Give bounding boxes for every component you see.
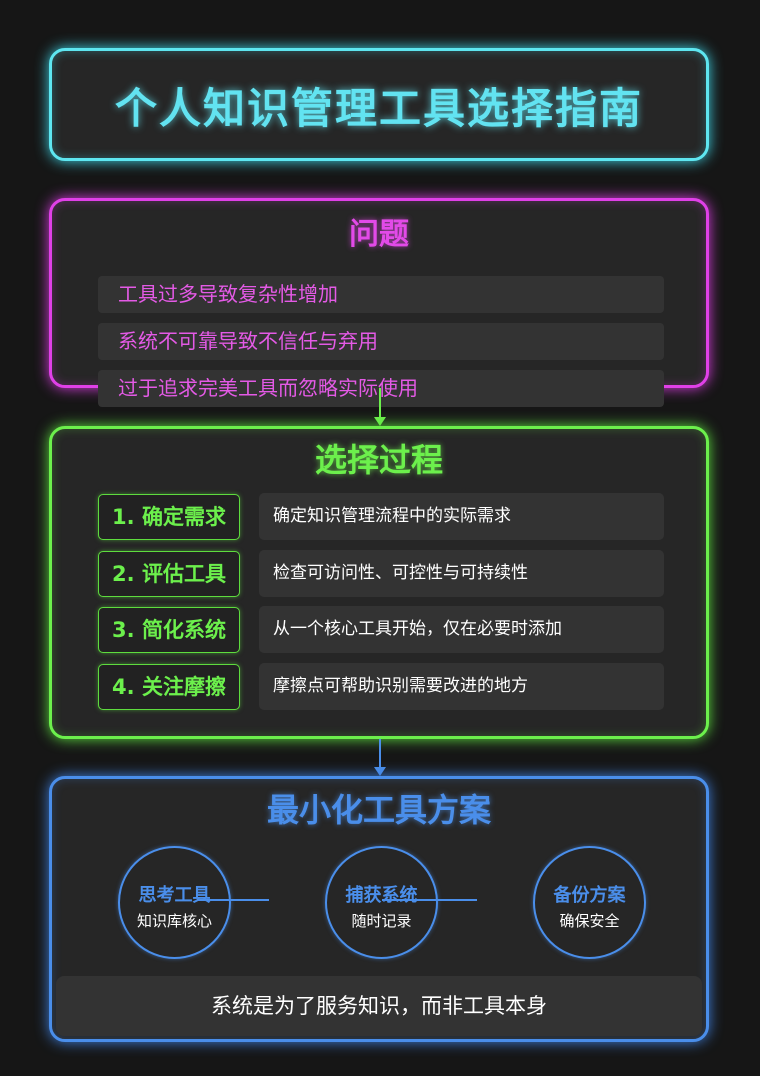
tool-name: 备份方案 bbox=[553, 885, 626, 906]
tool-name: 捕获系统 bbox=[345, 885, 418, 906]
solution-panel: 最小化工具方案 思考工具 知识库核心 捕获系统 随时记录 备份方案 确保安全 系… bbox=[49, 776, 709, 1042]
step-label: 2. 评估工具 bbox=[98, 551, 240, 597]
process-title: 选择过程 bbox=[314, 441, 443, 479]
tool-circle-capture: 捕获系统 随时记录 bbox=[325, 846, 438, 959]
step-label: 1. 确定需求 bbox=[98, 494, 240, 540]
problem-item: 系统不可靠导致不信任与弃用 bbox=[98, 323, 664, 360]
page-title: 个人知识管理工具选择指南 bbox=[114, 84, 643, 133]
tool-description: 知识库核心 bbox=[136, 912, 212, 930]
problem-panel: 问题 工具过多导致复杂性增加 系统不可靠导致不信任与弃用 过于追求完美工具而忽略… bbox=[49, 198, 709, 407]
problem-item: 过于追求完美工具而忽略实际使用 bbox=[98, 370, 664, 407]
problem-title: 问题 bbox=[349, 217, 409, 252]
solution-title: 最小化工具方案 bbox=[266, 791, 491, 829]
step-description: 确定知识管理流程中的实际需求 bbox=[259, 493, 664, 540]
tool-connector bbox=[382, 899, 477, 901]
problem-item: 工具过多导致复杂性增加 bbox=[98, 276, 664, 313]
tool-description: 确保安全 bbox=[559, 912, 620, 930]
step-label: 3. 简化系统 bbox=[98, 607, 240, 653]
step-description: 摩擦点可帮助识别需要改进的地方 bbox=[259, 663, 664, 710]
footer-statement: 系统是为了服务知识，而非工具本身 bbox=[56, 976, 702, 1036]
step-description: 检查可访问性、可控性与可持续性 bbox=[259, 550, 664, 597]
tool-connector bbox=[197, 899, 269, 901]
flow-arrow bbox=[374, 739, 386, 776]
tool-description: 随时记录 bbox=[351, 912, 412, 930]
title-panel: 个人知识管理工具选择指南 bbox=[49, 48, 709, 161]
flow-arrow bbox=[374, 388, 386, 426]
process-panel: 选择过程 1. 确定需求 确定知识管理流程中的实际需求 2. 评估工具 检查可访… bbox=[49, 426, 709, 739]
step-label: 4. 关注摩擦 bbox=[98, 664, 240, 710]
step-description: 从一个核心工具开始，仅在必要时添加 bbox=[259, 606, 664, 653]
tool-circle-thinking: 思考工具 知识库核心 bbox=[118, 846, 231, 959]
tool-circle-backup: 备份方案 确保安全 bbox=[533, 846, 646, 959]
tool-name: 思考工具 bbox=[138, 885, 211, 906]
